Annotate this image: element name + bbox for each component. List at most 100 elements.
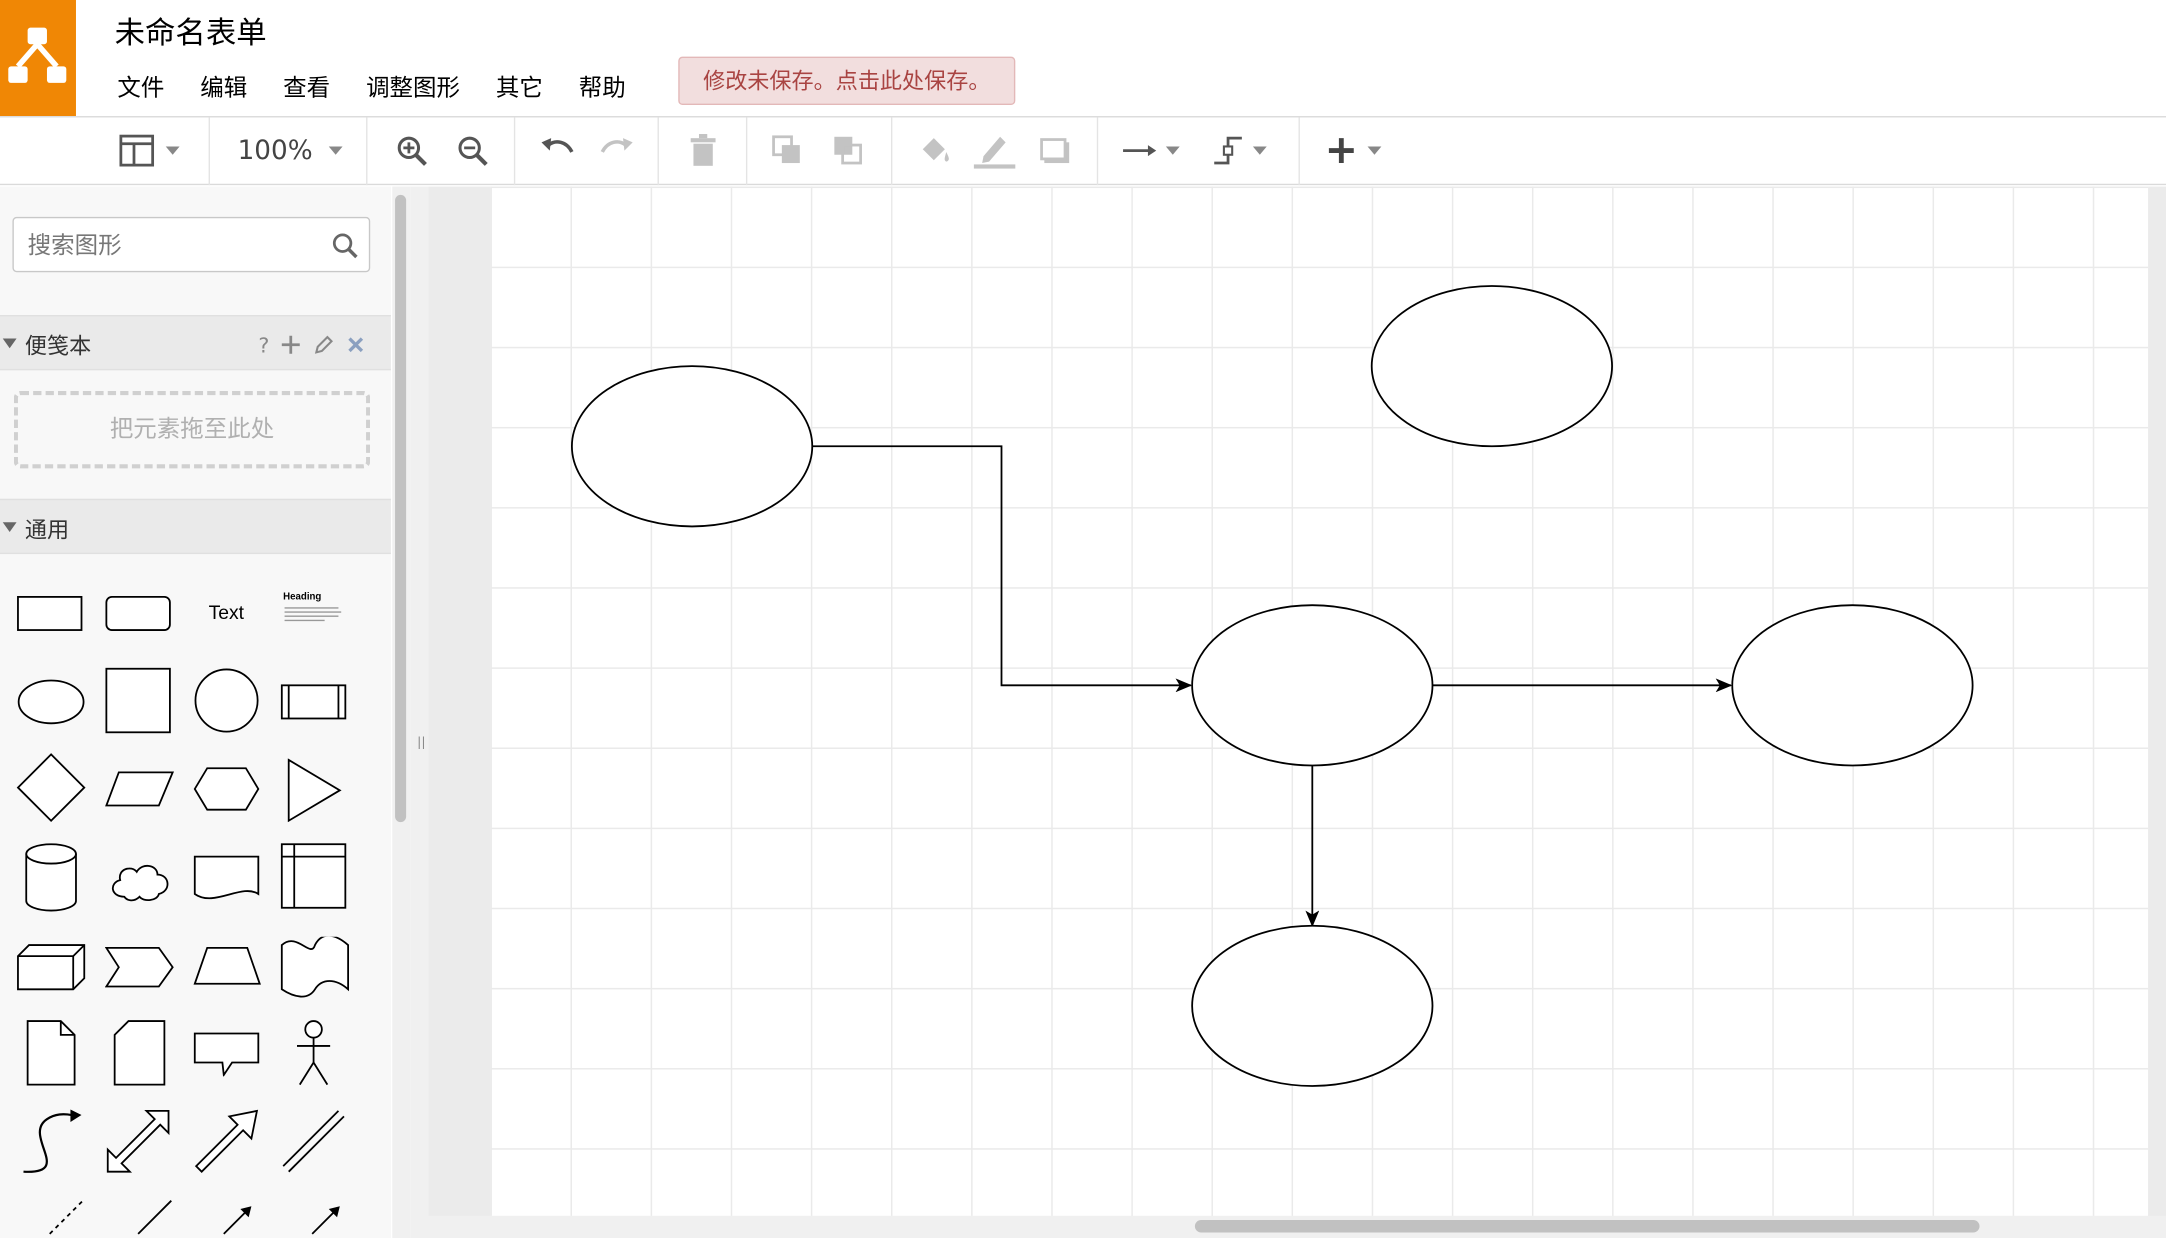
toolbar-divider [657, 117, 659, 186]
undo-button[interactable] [539, 128, 575, 172]
shape-actor[interactable] [294, 1020, 333, 1086]
shape-curved-arrow[interactable] [19, 1108, 83, 1177]
menu-arrange[interactable]: 调整图形 [348, 65, 478, 104]
shape-card[interactable] [113, 1020, 166, 1086]
format-panel-button[interactable] [119, 128, 180, 172]
shape-hexagon[interactable] [193, 767, 260, 811]
shape-line[interactable] [135, 1195, 176, 1236]
connection-style-button[interactable] [1122, 128, 1180, 172]
chevron-down-icon [329, 146, 344, 155]
shape-square[interactable] [105, 667, 171, 734]
shape-diamond[interactable] [16, 753, 86, 822]
menu-file[interactable]: 文件 [99, 65, 182, 104]
shape-heading-textbox[interactable]: Heading [283, 593, 347, 632]
connector-arrow[interactable] [812, 445, 1193, 693]
shadow-button[interactable] [1039, 128, 1072, 172]
chevron-down-icon [1165, 146, 1180, 155]
text-lines-icon [284, 607, 342, 622]
insert-button[interactable] [1326, 128, 1382, 172]
shape-text[interactable]: Text [209, 601, 244, 623]
shape-dashed-line[interactable] [47, 1195, 88, 1236]
scratchpad-header[interactable]: 便笺本 ? [0, 315, 391, 371]
canvas-horizontal-scrollbar[interactable] [428, 1215, 2166, 1238]
menu-view[interactable]: 查看 [265, 65, 348, 104]
add-icon[interactable] [280, 334, 301, 355]
fill-color-button[interactable] [917, 128, 953, 172]
scratchpad-help-button[interactable]: ? [258, 333, 269, 358]
shape-note[interactable] [26, 1020, 76, 1086]
shape-internal-storage[interactable] [280, 843, 347, 909]
general-shapes-palette: Text Heading [0, 559, 391, 1238]
shape-rounded-rectangle[interactable] [105, 595, 171, 632]
diagram [570, 285, 1974, 1087]
ellipse-shape[interactable] [1191, 924, 1434, 1087]
line-color-button[interactable] [972, 128, 1016, 172]
sidebar-splitter[interactable]: || [410, 186, 429, 1238]
shape-document[interactable] [193, 855, 260, 902]
drawio-logo-icon [8, 27, 67, 83]
to-front-button[interactable] [771, 128, 804, 172]
menubar: 文件 编辑 查看 调整图形 其它 帮助 [99, 65, 643, 104]
ellipse-shape[interactable] [570, 365, 814, 528]
shape-step[interactable] [104, 946, 174, 988]
shape-circle[interactable] [193, 667, 259, 733]
zoom-out-icon [458, 136, 488, 166]
zoom-in-icon [397, 136, 427, 166]
unsaved-changes-button[interactable]: 修改未保存。点击此处保存。 [678, 56, 1016, 106]
waypoints-button[interactable] [1211, 128, 1267, 172]
insert-icon [1328, 138, 1354, 164]
shape-cube[interactable] [17, 944, 86, 991]
chevron-down-icon [165, 146, 180, 155]
search-input[interactable] [24, 218, 335, 274]
toolbar-divider [745, 117, 748, 186]
document-title[interactable]: 未命名表单 [115, 8, 267, 52]
toolbar-divider [1096, 117, 1099, 186]
shape-parallelogram[interactable] [105, 771, 175, 807]
shape-bidirectional-arrow[interactable] [105, 1108, 171, 1174]
sidebar-scrollbar[interactable] [392, 186, 411, 1238]
shape-directional-connector[interactable] [221, 1198, 262, 1238]
scrollbar-thumb[interactable] [1194, 1220, 1980, 1233]
scratchpad-title: 便笺本 [24, 332, 92, 360]
redo-button[interactable] [600, 128, 636, 172]
menu-help[interactable]: 帮助 [561, 65, 644, 104]
shape-callout[interactable] [193, 1032, 260, 1077]
drawio-app: 未命名表单 文件 编辑 查看 调整图形 其它 帮助 修改未保存。点击此处保存。 … [0, 0, 2166, 1238]
shape-cloud[interactable] [108, 861, 172, 902]
shape-triangle[interactable] [287, 758, 342, 823]
shape-link[interactable] [280, 1108, 346, 1174]
shape-arrow[interactable] [193, 1108, 259, 1174]
delete-icon [690, 134, 716, 166]
drawio-logo[interactable] [0, 0, 76, 117]
ellipse-shape[interactable] [1731, 604, 1974, 767]
general-shapes-header[interactable]: 通用 [0, 498, 391, 555]
undo-icon [541, 138, 574, 153]
close-icon[interactable] [347, 336, 365, 354]
edit-icon[interactable] [314, 334, 335, 355]
shape-heading-label: Heading [283, 592, 322, 603]
shape-tape[interactable] [280, 936, 350, 998]
toolbar-divider [1298, 117, 1300, 186]
menu-edit[interactable]: 编辑 [182, 65, 265, 104]
zoom-out-button[interactable] [456, 128, 489, 172]
scrollbar-thumb[interactable] [395, 194, 407, 823]
scratchpad-drop-zone[interactable]: 把元素拖至此处 [13, 391, 371, 469]
menu-extras[interactable]: 其它 [478, 65, 561, 104]
ellipse-shape[interactable] [1191, 604, 1434, 767]
shape-connector[interactable] [309, 1198, 350, 1238]
ellipse-shape[interactable] [1370, 285, 1613, 448]
shape-trapezoid[interactable] [193, 946, 262, 985]
collapse-icon [2, 338, 17, 349]
to-back-button[interactable] [832, 128, 865, 172]
shape-process[interactable] [280, 684, 347, 720]
zoom-in-button[interactable] [395, 128, 428, 172]
search-box [12, 216, 371, 274]
search-icon[interactable] [332, 232, 360, 260]
zoom-select[interactable]: 100% [238, 128, 344, 172]
shape-rectangle[interactable] [17, 595, 83, 632]
collapse-icon [2, 522, 17, 532]
shape-ellipse[interactable] [17, 678, 86, 725]
delete-button[interactable] [688, 128, 718, 172]
toolbar-divider [208, 117, 210, 186]
shape-cylinder[interactable] [25, 843, 77, 912]
